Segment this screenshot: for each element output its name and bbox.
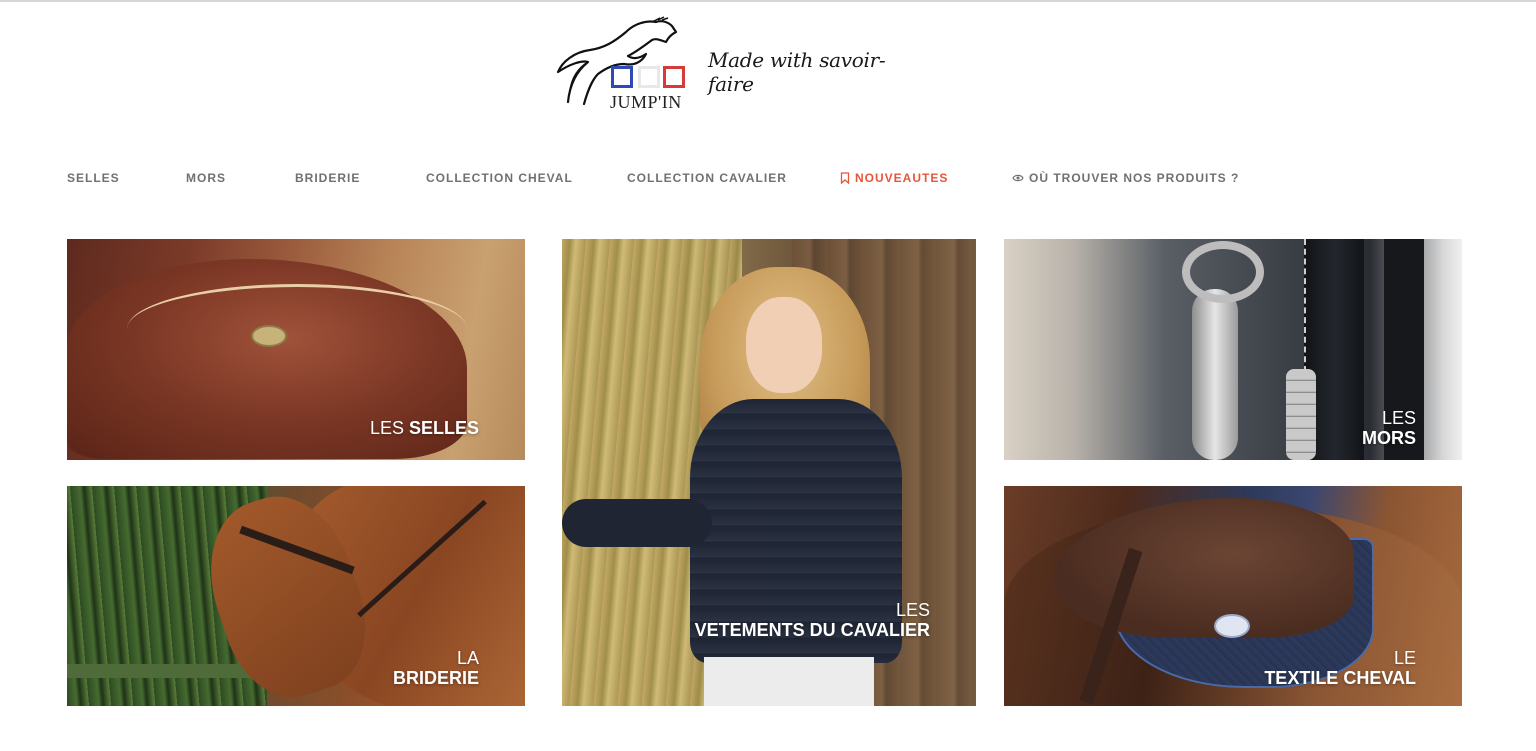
- tile-label-line2: TEXTILE CHEVAL: [1264, 668, 1416, 688]
- bit-ring: [1182, 241, 1264, 303]
- tile-label: LE TEXTILE CHEVAL: [1264, 648, 1416, 688]
- saddle-seam: [127, 284, 467, 374]
- category-tile-mors[interactable]: LES MORS: [1004, 239, 1462, 460]
- tile-label-line2: SELLES: [408, 418, 479, 438]
- flag-red-square: [663, 66, 685, 88]
- flag-white-square: [638, 66, 660, 88]
- tile-label: LES VETEMENTS DU CAVALIER: [695, 600, 930, 640]
- nav-item-label: COLLECTION CAVALIER: [627, 171, 787, 185]
- tile-label-line1: LES: [1381, 408, 1416, 428]
- flag-blue-square: [611, 66, 633, 88]
- tile-label: LA BRIDERIE: [393, 648, 479, 688]
- main-navigation: SELLES MORS BRIDERIE COLLECTION CHEVAL C…: [0, 171, 1536, 189]
- chain: [1286, 369, 1316, 460]
- top-border: [0, 0, 1536, 2]
- nav-item-selles[interactable]: SELLES: [67, 171, 120, 185]
- tile-label-line1: LES: [895, 600, 930, 620]
- rider-face: [746, 297, 822, 393]
- nav-item-label: OÙ TROUVER NOS PRODUITS ?: [1029, 171, 1240, 185]
- nav-item-collection-cheval[interactable]: COLLECTION CHEVAL: [426, 171, 573, 185]
- nav-item-label: NOUVEAUTES: [855, 171, 949, 185]
- tile-label: LES MORS: [1362, 408, 1416, 448]
- tile-label-line2: MORS: [1362, 428, 1416, 448]
- tile-label-line1: LA: [456, 648, 479, 668]
- bit-cheekpiece: [1192, 289, 1238, 460]
- category-tile-vetements[interactable]: LES VETEMENTS DU CAVALIER: [562, 239, 976, 706]
- nav-item-ou-trouver[interactable]: OÙ TROUVER NOS PRODUITS ?: [1012, 171, 1239, 185]
- saddle-image: [1054, 498, 1354, 638]
- rider-breeches: [704, 657, 874, 706]
- nav-item-briderie[interactable]: BRIDERIE: [295, 171, 360, 185]
- nav-item-label: COLLECTION CHEVAL: [426, 171, 573, 185]
- nav-item-label: SELLES: [67, 171, 120, 185]
- nav-item-nouveautes[interactable]: NOUVEAUTES: [840, 171, 948, 185]
- nav-item-mors[interactable]: MORS: [186, 171, 226, 185]
- tile-label-line2: VETEMENTS DU CAVALIER: [694, 620, 930, 640]
- saddle-badge: [251, 325, 287, 347]
- eye-icon: [1012, 174, 1024, 182]
- bookmark-icon: [840, 172, 850, 184]
- site-logo[interactable]: JUMP'IN Made with savoir-faire: [548, 12, 908, 116]
- nav-item-label: MORS: [186, 171, 226, 185]
- category-tile-textile[interactable]: LE TEXTILE CHEVAL: [1004, 486, 1462, 706]
- category-tile-selles[interactable]: LES SELLES: [67, 239, 525, 460]
- pad-badge: [1214, 614, 1250, 638]
- rider-arm: [562, 499, 712, 547]
- brand-name: JUMP'IN: [610, 92, 682, 112]
- nav-item-collection-cavalier[interactable]: COLLECTION CAVALIER: [627, 171, 787, 185]
- tile-label-line1: LE: [1393, 648, 1416, 668]
- tile-label-line2: BRIDERIE: [392, 668, 479, 688]
- brand-tagline: Made with savoir-faire: [708, 48, 886, 96]
- category-tile-briderie[interactable]: LA BRIDERIE: [67, 486, 525, 706]
- nav-item-label: BRIDERIE: [295, 171, 361, 185]
- tile-label: LES SELLES: [370, 418, 479, 438]
- tile-label-line1: LES: [369, 418, 409, 438]
